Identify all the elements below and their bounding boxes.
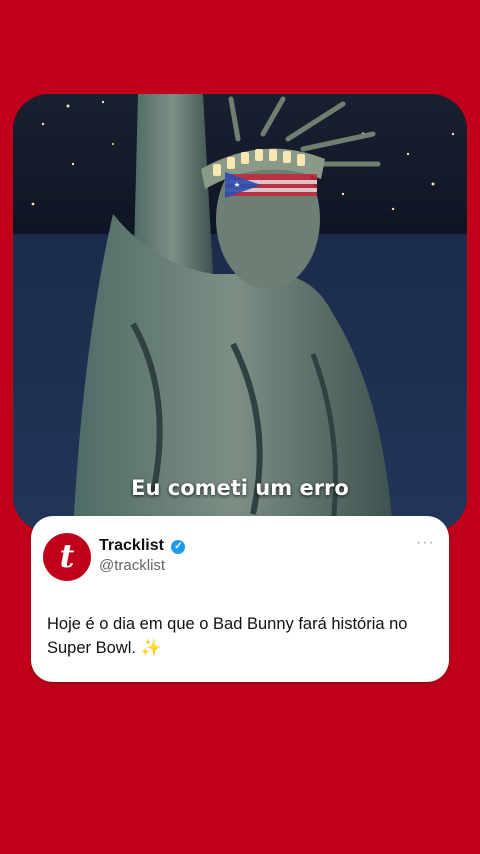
tracklist-avatar[interactable]: t [43,533,91,581]
tweet-text: Hoje é o dia em que o Bad Bunny fará his… [47,615,408,657]
video-caption: Eu cometi um erro [131,476,349,500]
display-name-text: Tracklist [99,537,164,554]
display-name[interactable]: Tracklist ✓ [99,537,186,555]
tweet-card[interactable]: t Tracklist ✓ @tracklist ··· Hoje é o di… [31,516,449,682]
verified-badge-icon: ✓ [171,540,186,554]
video-frame[interactable]: Eu cometi um erro [13,94,467,532]
statue-of-liberty-image [13,94,467,532]
user-handle[interactable]: @tracklist [99,557,165,574]
more-options-icon[interactable]: ··· [416,534,435,552]
